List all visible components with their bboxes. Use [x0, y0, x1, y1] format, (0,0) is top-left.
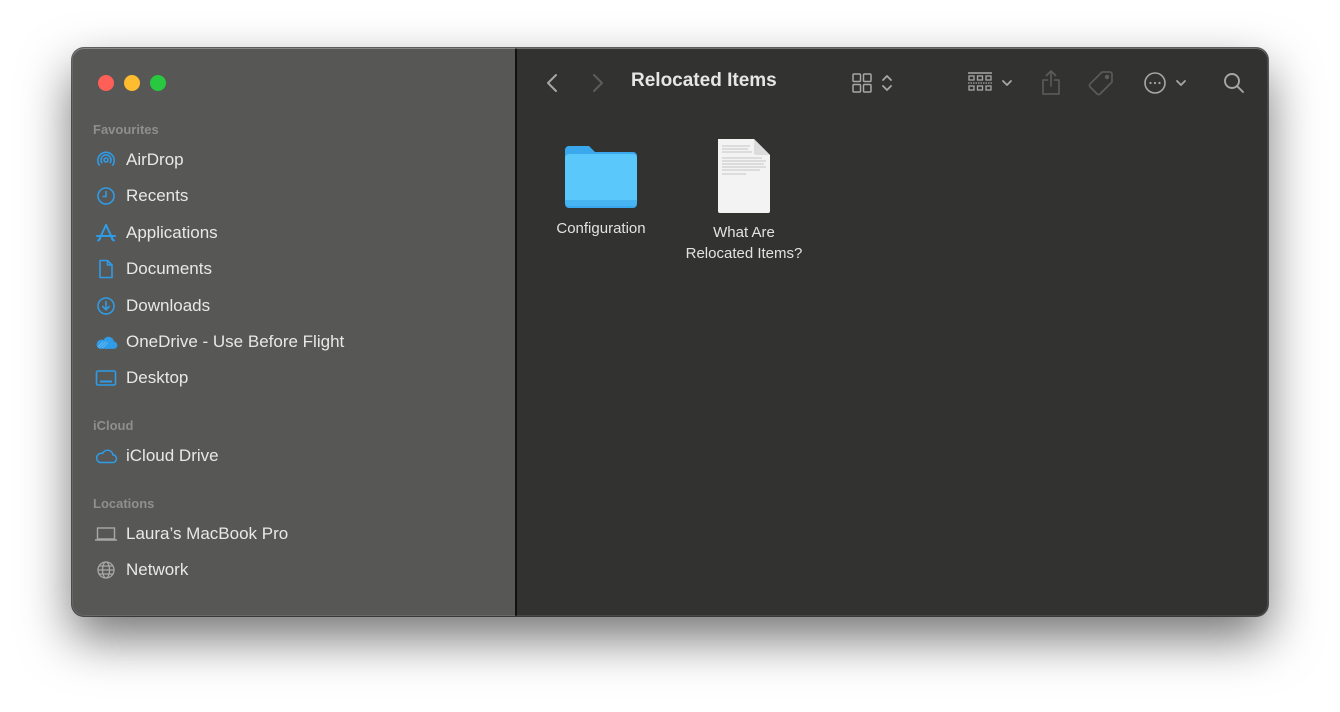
- sidebar-item-label: Applications: [126, 223, 218, 242]
- chevron-right-icon: [593, 74, 603, 92]
- chevron-updown-icon: [882, 75, 892, 91]
- view-mode-button[interactable]: [847, 68, 897, 98]
- clock-icon: [94, 185, 118, 207]
- icloud-icon: [94, 445, 118, 467]
- sidebar-item-applications[interactable]: Applications: [94, 219, 218, 247]
- back-button[interactable]: [541, 70, 563, 96]
- sidebar: Favourites AirDrop Recents Applications …: [72, 48, 517, 616]
- group-by-button[interactable]: [965, 68, 1015, 98]
- document-icon: [94, 258, 118, 280]
- window-title: Relocated Items: [631, 70, 777, 91]
- sidebar-item-label: Documents: [126, 259, 212, 278]
- finder-window: Favourites AirDrop Recents Applications …: [72, 48, 1268, 616]
- globe-icon: [94, 559, 118, 581]
- ellipsis-circle-icon: [1144, 72, 1166, 94]
- zoom-button[interactable]: [150, 75, 166, 91]
- sidebar-item-airdrop[interactable]: AirDrop: [94, 146, 184, 174]
- section-label-favourites: Favourites: [93, 122, 159, 137]
- sidebar-item-network[interactable]: Network: [94, 556, 188, 584]
- file-item-what-are-relocated-items[interactable]: What Are Relocated Items?: [674, 136, 814, 264]
- icon-grid-icon: [852, 73, 872, 93]
- chevron-down-icon: [1002, 80, 1012, 86]
- content-area: Relocated Items Configuration What Are R…: [517, 48, 1268, 616]
- sidebar-item-onedrive[interactable]: OneDrive - Use Before Flight: [94, 328, 344, 356]
- sidebar-item-label: iCloud Drive: [126, 446, 219, 465]
- section-label-icloud: iCloud: [93, 418, 134, 433]
- sidebar-item-label: Laura’s MacBook Pro: [126, 524, 289, 543]
- sidebar-item-label: Downloads: [126, 296, 211, 315]
- download-icon: [94, 295, 118, 317]
- sidebar-item-label: Network: [126, 560, 189, 579]
- file-name: What Are Relocated Items?: [685, 224, 803, 262]
- forward-button[interactable]: [587, 70, 609, 96]
- chevron-left-icon: [547, 74, 557, 92]
- sidebar-item-label: Recents: [126, 186, 189, 205]
- applications-icon: [94, 222, 118, 244]
- sidebar-item-label: OneDrive - Use Before Flight: [126, 332, 345, 351]
- share-button[interactable]: [1037, 67, 1065, 99]
- more-actions-button[interactable]: [1139, 68, 1191, 98]
- window-controls: [98, 75, 166, 91]
- search-icon: [1224, 73, 1244, 93]
- sidebar-item-icloud-drive[interactable]: iCloud Drive: [94, 442, 219, 470]
- file-item-configuration[interactable]: Configuration: [531, 142, 671, 239]
- airdrop-icon: [94, 149, 118, 171]
- tag-icon: [1088, 71, 1113, 96]
- group-by-icon: [968, 72, 992, 91]
- minimize-button[interactable]: [124, 75, 140, 91]
- desktop-icon: [94, 367, 118, 389]
- toolbar: Relocated Items: [517, 48, 1268, 118]
- document-file-icon: [718, 139, 770, 213]
- sidebar-item-macbook[interactable]: Laura’s MacBook Pro: [94, 520, 288, 548]
- file-name: Configuration: [556, 220, 646, 237]
- sidebar-item-label: AirDrop: [126, 150, 184, 169]
- sidebar-item-downloads[interactable]: Downloads: [94, 292, 210, 320]
- onedrive-cloud-icon: [94, 331, 118, 353]
- share-icon: [1042, 70, 1060, 95]
- tag-button[interactable]: [1085, 67, 1117, 99]
- sidebar-item-desktop[interactable]: Desktop: [94, 364, 188, 392]
- section-label-locations: Locations: [93, 496, 155, 511]
- search-button[interactable]: [1219, 68, 1249, 98]
- laptop-icon: [94, 523, 118, 545]
- sidebar-item-documents[interactable]: Documents: [94, 255, 212, 283]
- sidebar-item-recents[interactable]: Recents: [94, 182, 188, 210]
- sidebar-item-label: Desktop: [126, 368, 189, 387]
- close-button[interactable]: [98, 75, 114, 91]
- folder-icon: [565, 146, 637, 208]
- chevron-down-icon: [1176, 80, 1186, 86]
